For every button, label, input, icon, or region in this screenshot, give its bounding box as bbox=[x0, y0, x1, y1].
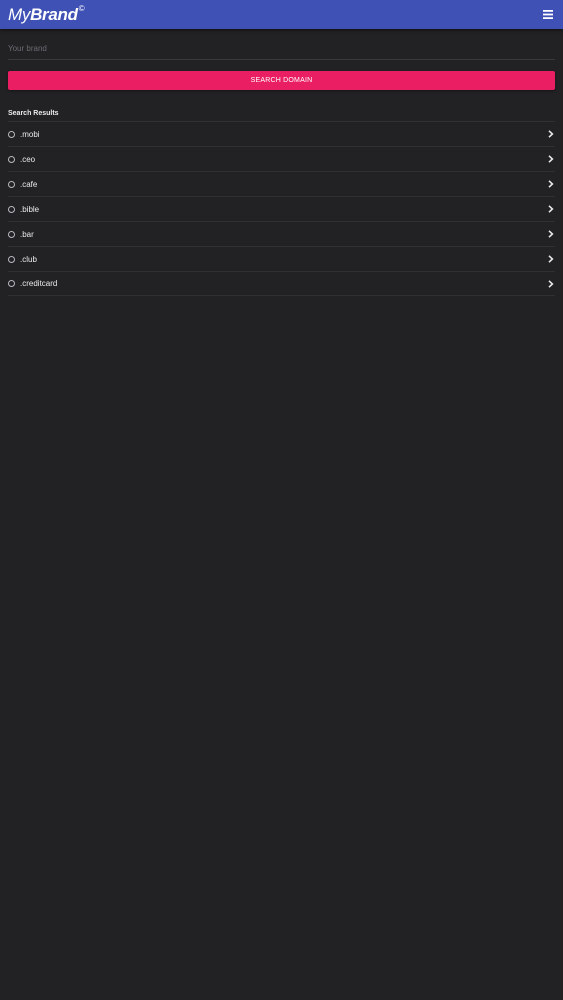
search-results-title: Search Results bbox=[8, 110, 59, 117]
brand-field bbox=[8, 37, 555, 60]
logo-text-brand: Brand bbox=[30, 5, 78, 24]
chevron-right-icon[interactable] bbox=[547, 155, 555, 163]
chevron-right-icon[interactable] bbox=[547, 230, 555, 238]
brand-input[interactable] bbox=[8, 43, 555, 53]
chevron-right-icon[interactable] bbox=[547, 205, 555, 213]
radio-circle-icon[interactable] bbox=[8, 180, 15, 188]
hamburger-menu-icon bbox=[543, 10, 553, 19]
radio-circle-icon[interactable] bbox=[8, 130, 15, 138]
search-results-list: .mobi .ceo .cafe .bible .bar .club .cred… bbox=[8, 121, 555, 296]
chevron-right-icon[interactable] bbox=[547, 180, 555, 188]
search-domain-button[interactable]: SEARCH DOMAIN bbox=[8, 71, 555, 90]
result-item-club[interactable]: .club bbox=[8, 246, 555, 271]
radio-circle-icon[interactable] bbox=[8, 280, 15, 287]
radio-circle-icon[interactable] bbox=[8, 205, 15, 213]
logo-copyright-mark: © bbox=[78, 4, 85, 13]
radio-circle-icon[interactable] bbox=[8, 230, 15, 238]
result-label: .bible bbox=[20, 204, 40, 214]
result-item-bible[interactable]: .bible bbox=[8, 196, 555, 221]
result-label: .mobi bbox=[20, 129, 40, 139]
result-label: .cafe bbox=[20, 179, 38, 189]
result-item-bar[interactable]: .bar bbox=[8, 221, 555, 246]
brand-logo[interactable]: My Brand © bbox=[8, 4, 85, 24]
menu-button[interactable] bbox=[540, 7, 556, 23]
app-bar: My Brand © bbox=[0, 0, 563, 29]
result-label: .creditcard bbox=[20, 279, 58, 288]
radio-circle-icon[interactable] bbox=[8, 255, 15, 263]
radio-circle-icon[interactable] bbox=[8, 155, 15, 163]
chevron-right-icon[interactable] bbox=[547, 130, 555, 138]
chevron-right-icon[interactable] bbox=[547, 279, 555, 288]
logo-text-my: My bbox=[8, 5, 31, 24]
result-item-creditcard[interactable]: .creditcard bbox=[8, 271, 555, 296]
main-content: SEARCH DOMAIN Search Results .mobi .ceo … bbox=[0, 37, 563, 296]
result-label: .bar bbox=[20, 229, 34, 239]
result-label: .club bbox=[20, 254, 37, 264]
result-label: .ceo bbox=[20, 154, 36, 164]
result-item-ceo[interactable]: .ceo bbox=[8, 146, 555, 171]
result-item-cafe[interactable]: .cafe bbox=[8, 171, 555, 196]
chevron-right-icon[interactable] bbox=[547, 255, 555, 263]
result-item-mobi[interactable]: .mobi bbox=[8, 121, 555, 146]
